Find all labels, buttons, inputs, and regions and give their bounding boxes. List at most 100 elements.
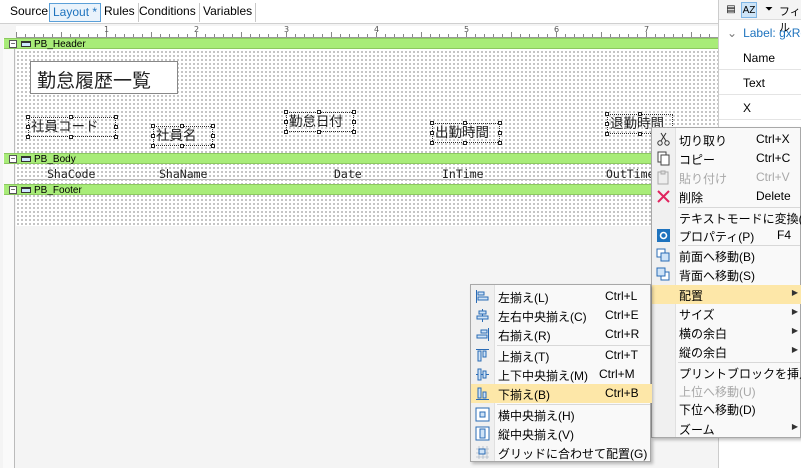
band-icon [21,156,31,162]
ruler-tick [502,34,503,37]
band-header-label: PB_Header [34,39,86,50]
ruler-tick [268,34,269,37]
ruler-tick [691,32,692,37]
menu-item-v-spacing[interactable]: 縦の余白 ▶ [652,342,801,361]
ruler-tick [52,34,53,37]
ruler-tick [556,32,557,37]
label-intime[interactable]: 出勤時間 [430,121,502,145]
grid-align-icon [475,445,490,460]
collapse-icon[interactable]: − [9,155,17,163]
menu-item-align-top[interactable]: 上揃え(T) Ctrl+T [471,346,652,365]
tab-source[interactable]: Source [7,3,53,22]
bring-front-icon [656,248,671,263]
tab-rules[interactable]: Rules [101,3,139,22]
ruler-tick [124,34,125,37]
ruler-tick [538,34,539,37]
ruler-tick [394,34,395,37]
band-body-label: PB_Body [34,154,76,165]
copy-icon [656,151,671,166]
ruler-tick [133,34,134,37]
field-date[interactable]: Date [334,167,362,181]
band-icon [21,187,31,193]
menu-item-send-back[interactable]: 背面へ移動(S) [652,265,801,284]
menu-item-copy[interactable]: コピー Ctrl+C [652,149,801,168]
label-shaname[interactable]: 社員名 [151,124,215,148]
chevron-right-icon: ▶ [791,326,798,335]
menu-item-align[interactable]: 配置 ▶ [652,285,801,304]
align-middle-icon [475,367,490,382]
ruler-tick [484,34,485,37]
report-title-box[interactable]: 勤怠履歴一覧 [30,61,178,94]
menu-item-align-grid[interactable]: グリッドに合わせて配置(G) [471,443,652,462]
label-text: 勤怠日付 [289,114,343,130]
ruler-tick [340,34,341,37]
field-shacode[interactable]: ShaCode [47,167,95,181]
band-icon [21,41,31,47]
ruler-tick [277,34,278,37]
align-top-icon [475,348,490,363]
band-header[interactable]: − PB_Header [4,38,718,50]
chevron-right-icon: ▶ [791,345,798,354]
tab-layout[interactable]: Layout * [49,3,102,22]
tab-variables[interactable]: Variables [200,3,257,22]
ruler-tick [457,34,458,37]
ruler-tick [700,34,701,37]
band-footer[interactable]: − PB_Footer [4,184,718,196]
property-row-text[interactable]: Text [719,71,801,95]
menu-item-center-horizontal[interactable]: 横中央揃え(H) [471,405,652,424]
ruler-tick [214,34,215,37]
menu-item-align-right[interactable]: 右揃え(R) Ctrl+R [471,325,652,344]
menu-item-properties[interactable]: プロパティ(P) F4 [652,226,801,245]
ruler-tick [142,34,143,37]
band-body[interactable]: − PB_Body [4,153,718,165]
ruler-tick [43,34,44,37]
menu-item-center-vertical[interactable]: 縦中央揃え(V) [471,424,652,443]
menu-item-align-bottom[interactable]: 下揃え(B) Ctrl+B [471,384,652,403]
label-shacode[interactable]: 社員コード [26,115,118,139]
ruler-tick [547,34,548,37]
ruler-tick [529,34,530,37]
properties-header[interactable]: ⌄ Label: gxRe [727,26,801,40]
label-date[interactable]: 勤怠日付 [284,110,356,134]
ruler-tick [322,34,323,37]
menu-item-paste[interactable]: 貼り付け Ctrl+V [652,168,801,187]
property-row-name[interactable]: Name [719,46,801,70]
collapse-icon[interactable]: − [9,186,17,194]
ruler-tick [205,34,206,37]
ruler-tick [151,32,152,37]
property-row-x[interactable]: X [719,96,801,120]
field-shaname[interactable]: ShaName [159,167,207,181]
menu-item-bring-front[interactable]: 前面へ移動(B) [652,246,801,265]
ruler-tick [439,34,440,37]
ruler-tick [79,34,80,37]
align-center-icon [475,308,490,323]
ruler-tick [448,34,449,37]
sort-az-icon[interactable]: AZ [741,2,757,18]
tab-conditions[interactable]: Conditions [136,3,200,22]
menu-item-zoom[interactable]: ズーム ▶ [652,419,801,438]
filter-icon[interactable]: ⏷ [761,2,777,18]
delete-icon [656,189,671,204]
ruler-tick [637,34,638,37]
menu-item-delete[interactable]: 削除 Delete [652,187,801,206]
menu-item-text-mode[interactable]: テキストモードに変換(T) [652,208,801,227]
menu-item-h-spacing[interactable]: 横の余白 ▶ [652,323,801,342]
field-outtime[interactable]: OutTime [606,167,654,181]
categorized-icon[interactable]: ▤ [723,2,739,18]
scissors-icon [656,132,671,147]
collapse-icon[interactable]: − [9,40,17,48]
menu-item-align-center[interactable]: 左右中央揃え(C) Ctrl+E [471,306,652,325]
menu-item-size[interactable]: サイズ ▶ [652,304,801,323]
menu-item-move-down[interactable]: 下位へ移動(D) [652,399,801,418]
ruler-tick [115,34,116,37]
ruler-tick [88,34,89,37]
menu-item-align-left[interactable]: 左揃え(L) Ctrl+L [471,287,652,306]
menu-item-insert-print-block[interactable]: プリントブロックを挿入(I) [652,363,801,382]
menu-item-move-up[interactable]: 上位へ移動(U) [652,381,801,400]
menu-item-cut[interactable]: 切り取り Ctrl+X [652,130,801,149]
ruler-tick [286,32,287,37]
ruler-tick [466,32,467,37]
menu-item-align-middle[interactable]: 上下中央揃え(M) Ctrl+M [471,365,652,384]
label-text: 出勤時間 [435,125,489,141]
field-intime[interactable]: InTime [442,167,484,181]
